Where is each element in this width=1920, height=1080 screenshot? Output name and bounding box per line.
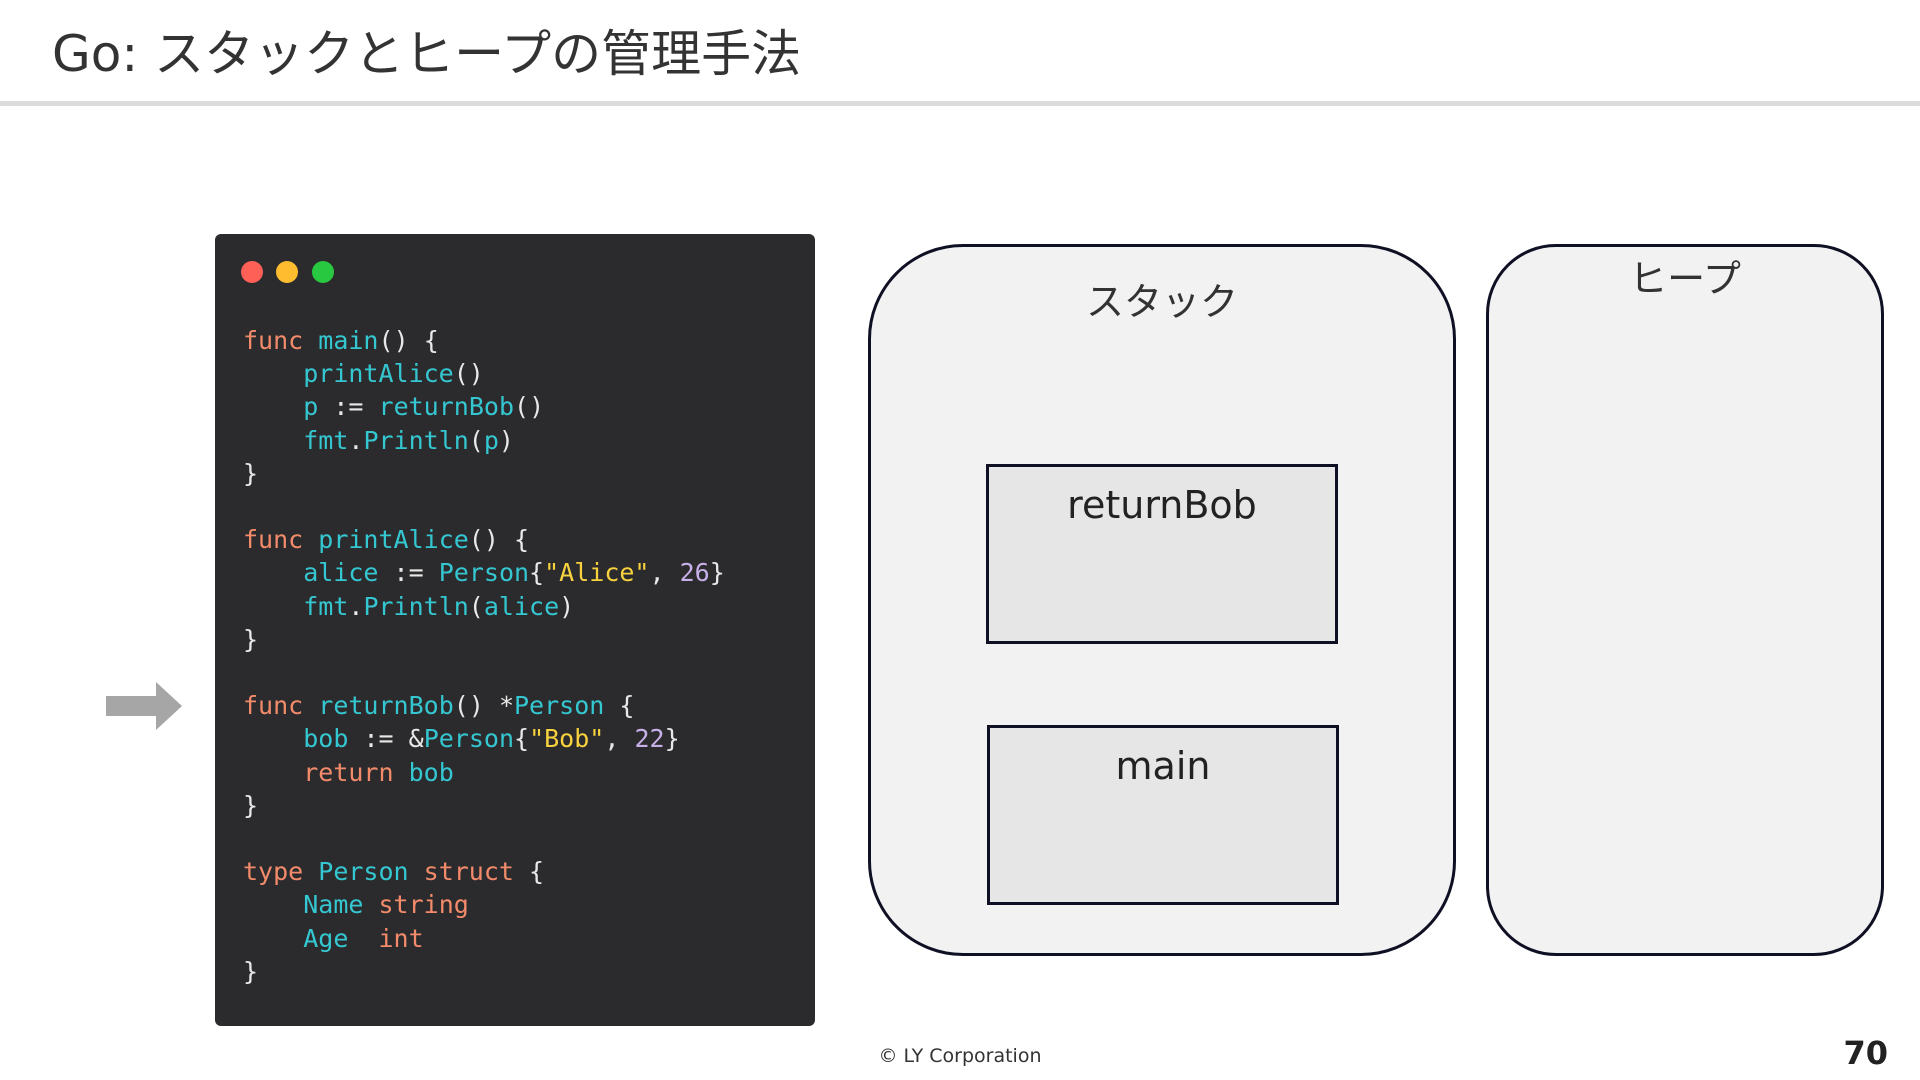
code-line: func main() { <box>243 326 439 355</box>
heap-region: ヒープ <box>1486 244 1884 956</box>
right-arrow-icon <box>106 682 182 730</box>
code-line: ​ <box>243 490 725 523</box>
code-line: Name string <box>303 890 469 920</box>
code-window: func main() { printAlice() p := returnBo… <box>215 234 815 1026</box>
code-line: fmt.Println(p) <box>303 425 514 455</box>
code-line: bob := &Person{"Bob", 22} <box>303 724 680 754</box>
minimize-dot-icon <box>276 261 298 283</box>
code-line: p := returnBob() <box>303 392 545 422</box>
stack-frame-main: main <box>987 725 1339 905</box>
code-line: } <box>243 790 259 820</box>
slide-title: Go: スタックとヒープの管理手法 <box>52 25 802 83</box>
code-line: } <box>243 956 259 986</box>
code-line: } <box>243 624 259 654</box>
copyright-footer: © LY Corporation <box>878 1045 1042 1067</box>
code-line: printAlice() <box>303 359 484 389</box>
stack-frame-returnbob: returnBob <box>986 464 1338 644</box>
code-line: fmt.Println(alice) <box>303 591 575 621</box>
code-line: return bob <box>303 757 454 787</box>
code-line: alice := Person{"Alice", 26} <box>303 558 725 588</box>
code-line: func returnBob() *Person { <box>243 691 635 721</box>
stack-frame-label: main <box>1115 744 1211 788</box>
code-line: Age int <box>303 923 424 953</box>
heap-label: ヒープ <box>1629 257 1741 301</box>
code-line: func printAlice() { <box>243 525 530 555</box>
title-divider <box>0 101 1920 106</box>
close-dot-icon <box>241 261 263 283</box>
code-block: func main() { printAlice() p := returnBo… <box>243 324 725 988</box>
code-line: } <box>243 458 259 488</box>
code-line: ​ <box>243 822 725 855</box>
stack-frame-label: returnBob <box>1067 483 1257 527</box>
code-line: type Person struct { <box>243 857 545 887</box>
page-number: 70 <box>1843 1034 1888 1072</box>
code-line: ​ <box>243 656 725 689</box>
maximize-dot-icon <box>312 261 334 283</box>
stack-label: スタック <box>1085 280 1238 324</box>
